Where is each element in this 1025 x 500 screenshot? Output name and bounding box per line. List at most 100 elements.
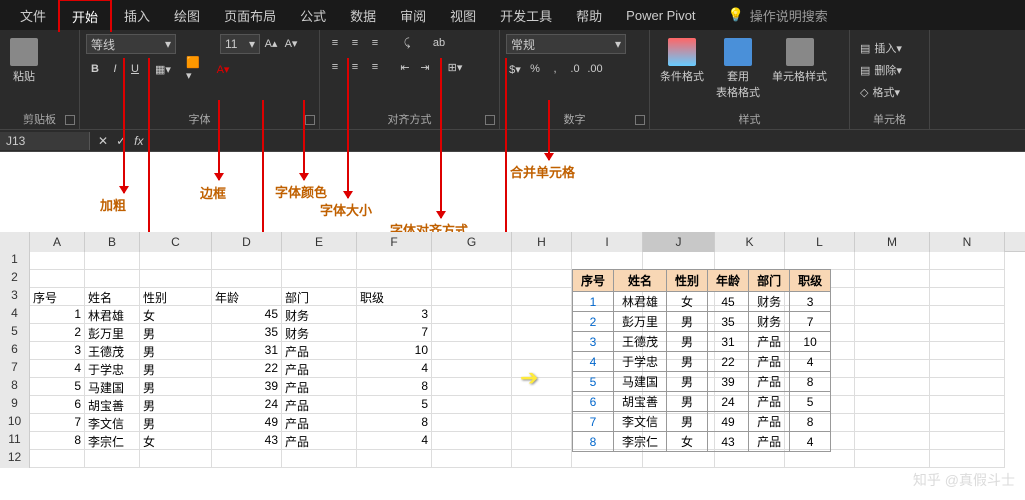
tab-开发工具[interactable]: 开发工具	[488, 0, 564, 31]
wrap-text-button[interactable]: ab	[430, 34, 448, 52]
cell-A5[interactable]: 2	[30, 324, 85, 342]
tab-视图[interactable]: 视图	[438, 0, 488, 31]
cell-B1[interactable]	[85, 252, 140, 270]
align-launcher[interactable]	[485, 115, 495, 125]
row-header-11[interactable]: 11	[0, 432, 30, 450]
cell-E12[interactable]	[282, 450, 357, 468]
cell-H1[interactable]	[512, 252, 572, 270]
tab-插入[interactable]: 插入	[112, 0, 162, 31]
cell-E10[interactable]: 产品	[282, 414, 357, 432]
cell-M5[interactable]	[855, 324, 930, 342]
cancel-icon[interactable]: ✕	[98, 134, 108, 148]
col-header-K[interactable]: K	[715, 232, 785, 252]
cell-G11[interactable]	[432, 432, 512, 450]
conditional-format-button[interactable]: 条件格式	[656, 34, 708, 88]
row-header-7[interactable]: 7	[0, 360, 30, 378]
cell-N1[interactable]	[930, 252, 1005, 270]
cell-C12[interactable]	[140, 450, 212, 468]
cell-K12[interactable]	[715, 450, 785, 468]
comma-icon[interactable]: ,	[546, 60, 564, 78]
cell-C8[interactable]: 男	[140, 378, 212, 396]
cell-D9[interactable]: 24	[212, 396, 282, 414]
tab-帮助[interactable]: 帮助	[564, 0, 614, 31]
cell-A11[interactable]: 8	[30, 432, 85, 450]
col-header-J[interactable]: J	[643, 232, 715, 252]
cell-M10[interactable]	[855, 414, 930, 432]
cell-H11[interactable]	[512, 432, 572, 450]
align-bottom-icon[interactable]: ≡	[366, 34, 384, 52]
increase-indent-icon[interactable]: ⇥	[416, 58, 434, 76]
tab-公式[interactable]: 公式	[288, 0, 338, 31]
col-header-A[interactable]: A	[30, 232, 85, 252]
cell-E4[interactable]: 财务	[282, 306, 357, 324]
row-header-12[interactable]: 12	[0, 450, 30, 468]
currency-icon[interactable]: $▾	[506, 60, 524, 78]
cell-F5[interactable]: 7	[357, 324, 432, 342]
cell-A4[interactable]: 1	[30, 306, 85, 324]
cell-J1[interactable]	[643, 252, 715, 270]
cell-B9[interactable]: 胡宝善	[85, 396, 140, 414]
cell-B7[interactable]: 于学忠	[85, 360, 140, 378]
cell-D2[interactable]	[212, 270, 282, 288]
cell-C9[interactable]: 男	[140, 396, 212, 414]
cell-H5[interactable]	[512, 324, 572, 342]
cell-E6[interactable]: 产品	[282, 342, 357, 360]
tab-页面布局[interactable]: 页面布局	[212, 0, 288, 31]
cell-B10[interactable]: 李文信	[85, 414, 140, 432]
cell-F8[interactable]: 8	[357, 378, 432, 396]
cell-G10[interactable]	[432, 414, 512, 432]
cell-M11[interactable]	[855, 432, 930, 450]
increase-decimal-icon[interactable]: .0	[566, 60, 584, 78]
row-header-4[interactable]: 4	[0, 306, 30, 324]
cell-B5[interactable]: 彭万里	[85, 324, 140, 342]
row-header-5[interactable]: 5	[0, 324, 30, 342]
cell-D11[interactable]: 43	[212, 432, 282, 450]
tab-文件[interactable]: 文件	[8, 0, 58, 31]
cell-N8[interactable]	[930, 378, 1005, 396]
cell-H3[interactable]	[512, 288, 572, 306]
cell-B6[interactable]: 王德茂	[85, 342, 140, 360]
cell-C3[interactable]: 性别	[140, 288, 212, 306]
col-header-D[interactable]: D	[212, 232, 282, 252]
cell-D5[interactable]: 35	[212, 324, 282, 342]
cell-H6[interactable]	[512, 342, 572, 360]
align-middle-icon[interactable]: ≡	[346, 34, 364, 52]
cell-E2[interactable]	[282, 270, 357, 288]
cell-D6[interactable]: 31	[212, 342, 282, 360]
cell-M2[interactable]	[855, 270, 930, 288]
cell-A9[interactable]: 6	[30, 396, 85, 414]
spreadsheet[interactable]: ABCDEFGHIJKLMN 123序号姓名性别年龄部门职级41林君雄女45财务…	[0, 232, 1025, 468]
cell-N2[interactable]	[930, 270, 1005, 288]
tab-Power Pivot[interactable]: Power Pivot	[614, 2, 707, 29]
underline-button[interactable]: U	[126, 60, 144, 78]
cell-M7[interactable]	[855, 360, 930, 378]
border-button[interactable]: ▦▾	[154, 60, 172, 78]
cell-E1[interactable]	[282, 252, 357, 270]
name-box[interactable]: J13	[0, 132, 90, 150]
align-right-icon[interactable]: ≡	[366, 58, 384, 76]
decrease-indent-icon[interactable]: ⇤	[396, 58, 414, 76]
cell-D1[interactable]	[212, 252, 282, 270]
cell-N6[interactable]	[930, 342, 1005, 360]
cell-F12[interactable]	[357, 450, 432, 468]
cell-F11[interactable]: 4	[357, 432, 432, 450]
cell-F4[interactable]: 3	[357, 306, 432, 324]
cell-E7[interactable]: 产品	[282, 360, 357, 378]
cell-H4[interactable]	[512, 306, 572, 324]
cell-L12[interactable]	[785, 450, 855, 468]
cell-E8[interactable]: 产品	[282, 378, 357, 396]
tell-me-search[interactable]: 💡操作说明搜索	[728, 6, 828, 25]
col-header-F[interactable]: F	[357, 232, 432, 252]
cell-A6[interactable]: 3	[30, 342, 85, 360]
cell-N3[interactable]	[930, 288, 1005, 306]
number-launcher[interactable]	[635, 115, 645, 125]
cell-K1[interactable]	[715, 252, 785, 270]
row-header-10[interactable]: 10	[0, 414, 30, 432]
cell-D7[interactable]: 22	[212, 360, 282, 378]
cell-I1[interactable]	[572, 252, 643, 270]
cell-H2[interactable]	[512, 270, 572, 288]
cell-N5[interactable]	[930, 324, 1005, 342]
cell-I12[interactable]	[572, 450, 643, 468]
cell-F3[interactable]: 职级	[357, 288, 432, 306]
col-header-C[interactable]: C	[140, 232, 212, 252]
